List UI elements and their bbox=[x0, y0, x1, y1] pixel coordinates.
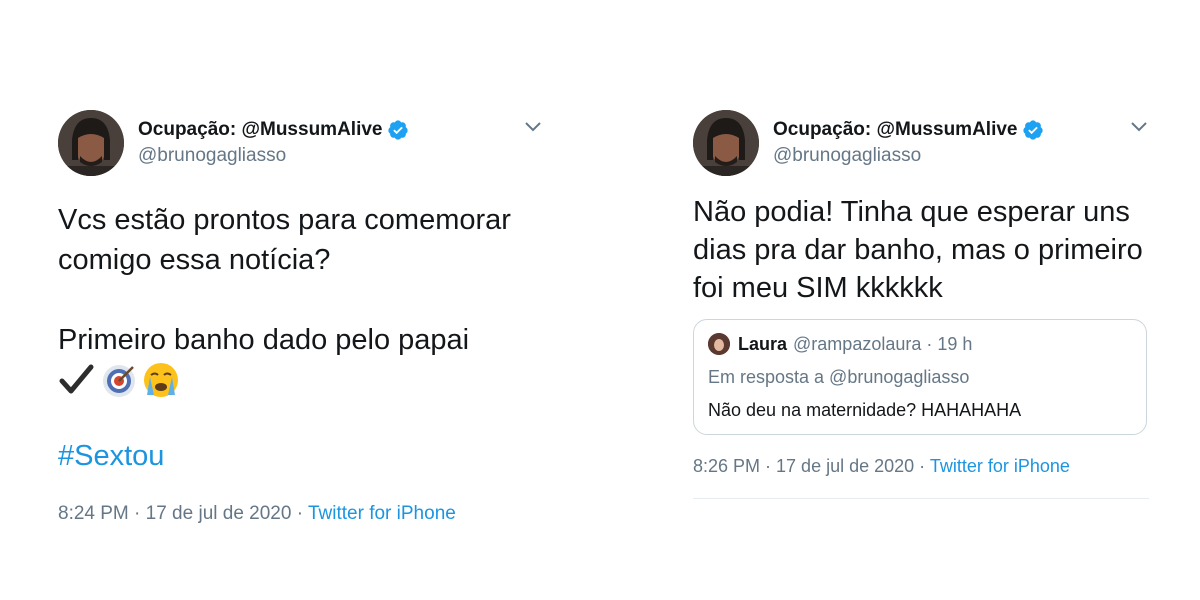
quoted-tweet[interactable]: Laura @rampazolaura · 19 h Em resposta a… bbox=[693, 319, 1147, 435]
chevron-down-icon[interactable] bbox=[1129, 116, 1149, 136]
display-name[interactable]: Ocupação: @MussumAlive bbox=[773, 118, 1044, 141]
source-link[interactable]: Twitter for iPhone bbox=[308, 503, 456, 524]
chevron-down-icon[interactable] bbox=[523, 116, 543, 136]
avatar[interactable] bbox=[58, 110, 124, 176]
tweet-card: Ocupação: @MussumAlive @brunogagliasso V… bbox=[58, 110, 543, 524]
timestamp[interactable]: 8:26 PM · 17 de jul de 2020 · bbox=[693, 456, 930, 476]
verified-badge-icon bbox=[388, 119, 409, 140]
tweet-text: Não podia! Tinha que esperar uns dias pr… bbox=[693, 196, 1143, 304]
quoted-handle-time: @rampazolaura · 19 h bbox=[793, 333, 973, 354]
quoted-text: Não deu na maternidade? HAHAHAHA bbox=[708, 400, 1022, 420]
tweet-header: Ocupação: @MussumAlive @brunogagliasso bbox=[693, 110, 1149, 178]
quoted-avatar bbox=[708, 333, 730, 355]
tweet-text: Vcs estão prontos para comemorar comigo … bbox=[58, 204, 511, 276]
loudly-crying-face-icon bbox=[144, 363, 178, 397]
author-names: Ocupação: @MussumAlive @brunogagliasso bbox=[773, 118, 1044, 168]
check-mark-icon bbox=[59, 364, 94, 394]
avatar[interactable] bbox=[693, 110, 759, 176]
display-name[interactable]: Ocupação: @MussumAlive bbox=[138, 118, 409, 141]
direct-hit-icon bbox=[103, 365, 135, 397]
display-name-text: Ocupação: @MussumAlive bbox=[138, 119, 383, 140]
handle[interactable]: @brunogagliasso bbox=[138, 144, 409, 168]
timestamp[interactable]: 8:24 PM · 17 de jul de 2020 · bbox=[58, 503, 308, 524]
display-name-text: Ocupação: @MussumAlive bbox=[773, 119, 1018, 140]
quoted-name: Laura bbox=[738, 333, 788, 354]
tweet-text: Primeiro banho dado pelo papai bbox=[58, 324, 470, 356]
quoted-reply-to: Em resposta a @brunogagliasso bbox=[708, 367, 970, 387]
emoji-row bbox=[58, 360, 180, 400]
tweet-meta: 8:26 PM · 17 de jul de 2020 · Twitter fo… bbox=[693, 456, 1070, 477]
tweet-header: Ocupação: @MussumAlive @brunogagliasso bbox=[58, 110, 543, 178]
quoted-tweet-header: Laura @rampazolaura · 19 h bbox=[708, 333, 972, 355]
tweet-meta: 8:24 PM · 17 de jul de 2020 · Twitter fo… bbox=[58, 503, 456, 525]
handle[interactable]: @brunogagliasso bbox=[773, 144, 1044, 168]
source-link[interactable]: Twitter for iPhone bbox=[930, 456, 1070, 476]
verified-badge-icon bbox=[1023, 119, 1044, 140]
tweet-card: Ocupação: @MussumAlive @brunogagliasso N… bbox=[693, 110, 1149, 499]
author-names: Ocupação: @MussumAlive @brunogagliasso bbox=[138, 118, 409, 168]
divider bbox=[693, 498, 1149, 499]
hashtag-link[interactable]: #Sextou bbox=[58, 440, 164, 473]
